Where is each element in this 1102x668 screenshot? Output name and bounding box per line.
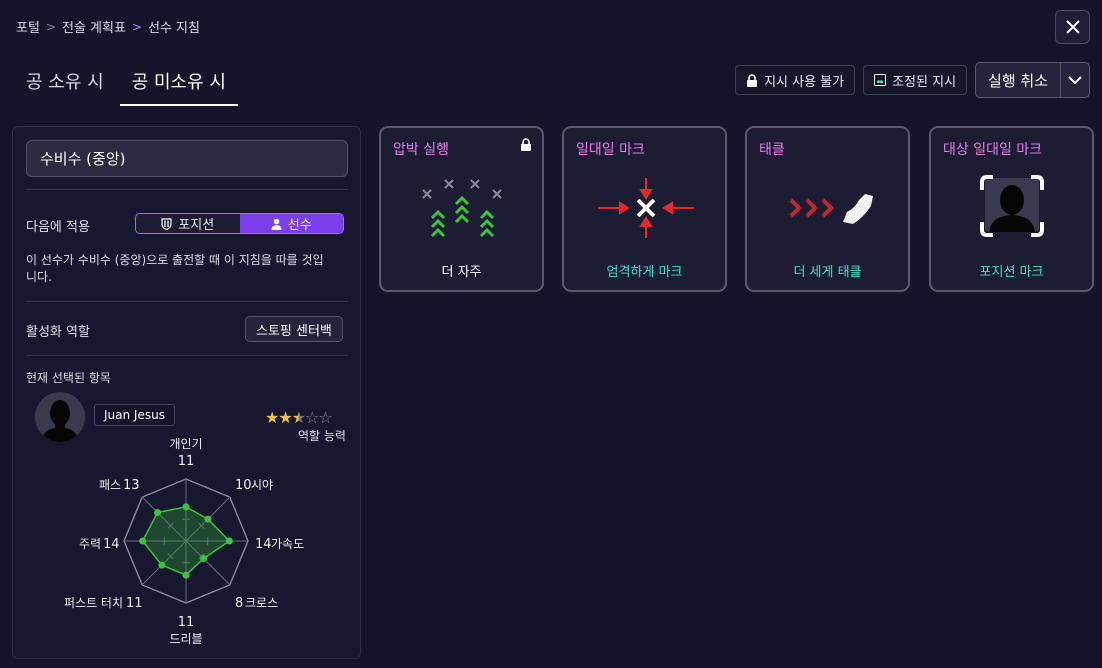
- apply-label: 다음에 적용: [26, 220, 90, 235]
- hard-tackle-icon: [789, 194, 873, 224]
- radar-value-point: [204, 515, 212, 523]
- target-player-icon: [980, 175, 1044, 237]
- active-role-label: 활성화 역할: [26, 325, 90, 340]
- unavailable-legend: 지시 사용 불가: [735, 65, 856, 95]
- radar-value-area: [141, 506, 231, 576]
- radar-axis-value: 11: [126, 596, 143, 611]
- radar-axis-label: 주력: [79, 537, 101, 551]
- toggle-position[interactable]: 포지션: [136, 214, 240, 233]
- breadcrumb-tactics[interactable]: 전술 계획표: [62, 17, 126, 36]
- close-icon: [1065, 20, 1080, 34]
- undo-dropdown-button[interactable]: [1061, 63, 1089, 97]
- card-tackling[interactable]: 태클 더 세게 태클: [745, 126, 910, 292]
- card-target-marking[interactable]: 대상 일대일 마크 포지션 마크: [929, 126, 1094, 292]
- top-actions: 지시 사용 불가 조정된 지시 실행 취소: [735, 62, 1090, 98]
- radar-axis-value: 11: [178, 615, 195, 630]
- player-panel: 수비수 (중앙) 다음에 적용 포지션 선수 이 선수가 수비수 (중앙)으로 …: [12, 126, 361, 659]
- card-title: 태클: [759, 142, 785, 158]
- radar-axis-label: 패스: [99, 478, 121, 492]
- lock-icon: [521, 138, 531, 151]
- radar-axis-value: 14: [255, 537, 272, 552]
- adjusted-legend: 조정된 지시: [863, 65, 968, 95]
- tab-out-of-possession[interactable]: 공 미소유 시: [119, 62, 238, 106]
- radar-value-point: [200, 555, 208, 563]
- role-selector[interactable]: 스토핑 센터백: [245, 316, 343, 342]
- radar-axis-value: 11: [178, 454, 195, 469]
- radar-axis-value: 14: [103, 537, 120, 552]
- radar-axis-value: 13: [123, 478, 140, 493]
- radar-axis-label: 시야: [251, 478, 273, 492]
- attribute-radar-chart: 개인기11시야10가속도14크로스8드리블11퍼스트 터치 11주력 14패스 13: [64, 437, 304, 646]
- position-selector[interactable]: 수비수 (중앙): [26, 140, 348, 177]
- tight-marking-icon: [598, 178, 694, 238]
- radar-value-point: [182, 503, 190, 511]
- toggle-player[interactable]: 선수: [239, 214, 343, 233]
- breadcrumb-portal[interactable]: 포털: [16, 17, 40, 36]
- radar-axis-value: 8: [235, 596, 243, 611]
- tab-in-possession[interactable]: 공 소유 시: [14, 62, 116, 106]
- unavailable-label: 지시 사용 불가: [764, 74, 845, 90]
- radar-value-point: [158, 561, 166, 569]
- card-subtitle: 더 세게 태클: [793, 265, 862, 280]
- card-subtitle: 엄격하게 마크: [606, 265, 683, 280]
- chevron-down-icon: [1068, 75, 1082, 84]
- apply-toggle: 포지션 선수: [135, 213, 344, 234]
- divider: [26, 301, 348, 302]
- radar-value-point: [154, 509, 162, 517]
- card-pressing[interactable]: 압박 실행 더 자주: [379, 126, 544, 292]
- card-title: 일대일 마크: [576, 142, 645, 158]
- avatar: [35, 392, 85, 442]
- breadcrumb: 포털 > 전술 계획표 > 선수 지침: [16, 17, 200, 37]
- lock-icon: [747, 73, 758, 87]
- player-name[interactable]: Juan Jesus: [94, 404, 175, 426]
- selected-label: 현재 선택된 항목: [26, 371, 111, 385]
- radar-axis-label: 개인기: [169, 437, 202, 451]
- card-subtitle: 더 자주: [441, 265, 482, 280]
- toggle-position-label: 포지션: [178, 218, 215, 233]
- radar-value-point: [139, 537, 147, 545]
- star-icon: ★: [278, 408, 292, 427]
- player-silhouette-icon: [41, 400, 79, 442]
- star-half-icon: ★: [291, 408, 306, 427]
- tab-bar: 공 소유 시 공 미소유 시: [14, 62, 242, 106]
- pressing-arrows-icon: [422, 179, 502, 238]
- chevron-right-icon: >: [131, 19, 142, 34]
- divider: [26, 189, 348, 190]
- shield-icon: [161, 217, 172, 230]
- radar-axis-value: 10: [235, 478, 252, 493]
- undo-group: 실행 취소: [975, 62, 1090, 98]
- radar-axis-label: 퍼스트 터치: [64, 596, 123, 610]
- instruction-description: 이 선수가 수비수 (중앙)으로 출전할 때 이 지침을 따를 것입니다.: [26, 253, 324, 284]
- toggle-player-label: 선수: [287, 218, 312, 233]
- card-title: 대상 일대일 마크: [943, 142, 1043, 158]
- card-man-marking[interactable]: 일대일 마크 엄격하게 마크: [562, 126, 727, 292]
- card-subtitle: 포지션 마크: [979, 265, 1044, 280]
- role-ability-stars: ★★★☆☆: [265, 408, 333, 427]
- radar-value-point: [182, 571, 190, 579]
- radar-axis-label: 드리블: [169, 632, 202, 646]
- star-empty-icon: ☆: [318, 408, 332, 427]
- card-title: 압박 실행: [393, 142, 449, 158]
- radar-value-point: [225, 537, 233, 545]
- adjusted-icon: [874, 74, 887, 86]
- person-icon: [271, 218, 282, 230]
- divider: [26, 355, 348, 356]
- star-empty-icon: ☆: [305, 408, 319, 427]
- star-icon: ★: [265, 408, 279, 427]
- radar-axis-label: 크로스: [245, 596, 278, 610]
- adjusted-label: 조정된 지시: [892, 74, 957, 90]
- undo-button[interactable]: 실행 취소: [976, 63, 1061, 97]
- breadcrumb-current: 선수 지침: [147, 21, 200, 36]
- close-button[interactable]: [1055, 10, 1090, 44]
- radar-axis-label: 가속도: [271, 537, 304, 551]
- chevron-right-icon: >: [45, 19, 56, 34]
